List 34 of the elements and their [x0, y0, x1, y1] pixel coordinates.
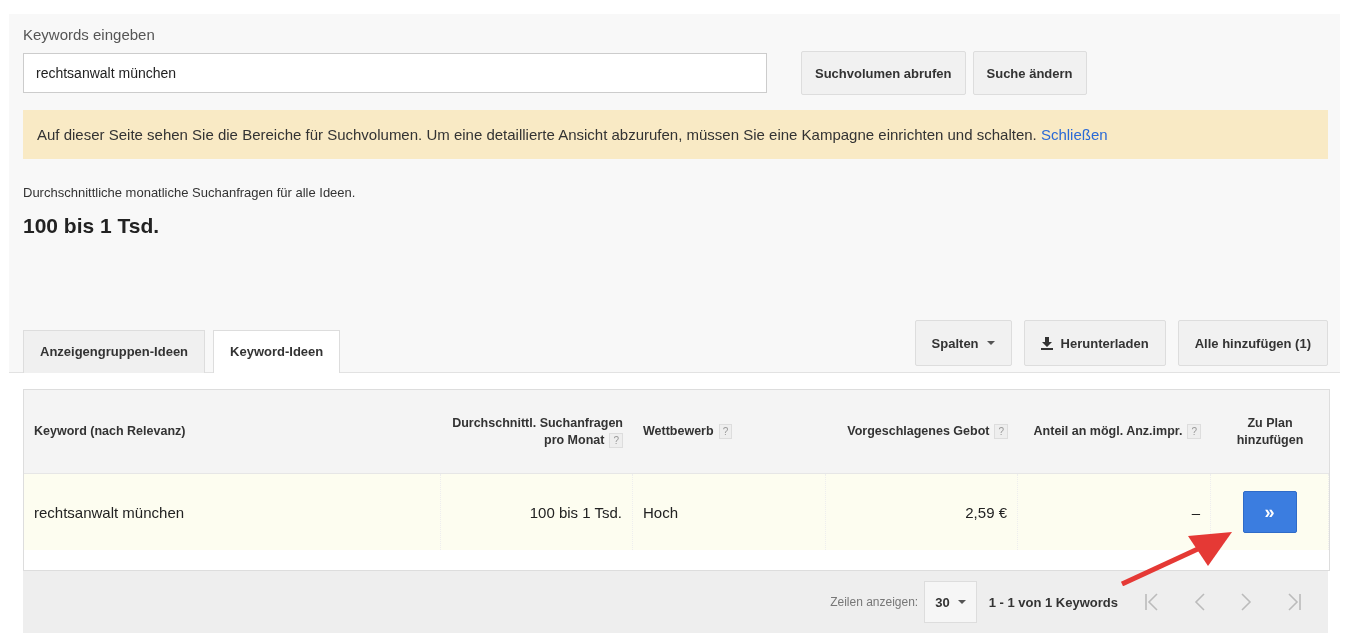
first-page-icon[interactable] — [1144, 593, 1160, 611]
column-header: Vorgeschlagenes Gebot ? — [847, 423, 1008, 440]
add-all-button[interactable]: Alle hinzufügen (1) — [1177, 320, 1328, 366]
add-to-plan-button[interactable]: » — [1242, 491, 1297, 533]
column-header: Durchschnittl. Suchanfragen pro Monat ? — [451, 414, 623, 449]
table-cell: 100 bis 1 Tsd. — [441, 474, 633, 550]
keyword-input[interactable]: rechtsanwalt münchen — [23, 53, 767, 93]
search-button[interactable]: Suche ändern — [972, 51, 1087, 95]
summary-caption: Durchschnittliche monatliche Suchanfragen für alle Ideen. — [23, 185, 357, 200]
caret-icon — [986, 341, 995, 345]
download-button[interactable]: Herunterladen — [1023, 320, 1166, 366]
column-header: Anteil an mögl. Anz.impr. ? — [1033, 423, 1201, 440]
column-header: Wettbewerb ? — [643, 423, 733, 440]
column-header: Keyword (nach Relevanz) — [34, 423, 186, 440]
notice-text: Auf dieser Seite sehen Sie die Bereiche für Suchvolumen. Um eine detaillierte Ansicht abzurufen, müssen Sie eine Kampagne einrichten und schalten. Schließen — [37, 126, 1108, 143]
download-icon — [1040, 336, 1053, 350]
tab[interactable]: Keyword-Ideen — [213, 330, 341, 373]
columns-dropdown[interactable]: Spalten — [914, 320, 1012, 366]
search-button[interactable]: Suchvolumen abrufen — [801, 51, 966, 95]
close-link[interactable]: Schließen — [1040, 126, 1108, 143]
table-cell: 2,59 € — [826, 474, 1018, 550]
rows-label: Zeilen anzeigen: — [830, 595, 919, 609]
column-header: Zu Plan hinzufügen — [1235, 414, 1305, 449]
tab[interactable]: Anzeigengruppen-Ideen — [23, 330, 206, 373]
previous-page-icon[interactable] — [1194, 593, 1206, 611]
next-page-icon[interactable] — [1240, 593, 1252, 611]
caret-icon — [957, 600, 966, 604]
table-cell: Hoch — [633, 474, 826, 550]
last-page-icon[interactable] — [1286, 593, 1302, 611]
page-range: 1 - 1 von 1 Keywords — [988, 594, 1118, 610]
rows-dropdown[interactable]: 30 — [924, 581, 977, 623]
table-cell: rechtsanwalt münchen — [24, 474, 441, 550]
summary-value: 100 bis 1 Tsd. — [23, 214, 161, 238]
field-label: Keywords eingeben — [23, 26, 156, 43]
